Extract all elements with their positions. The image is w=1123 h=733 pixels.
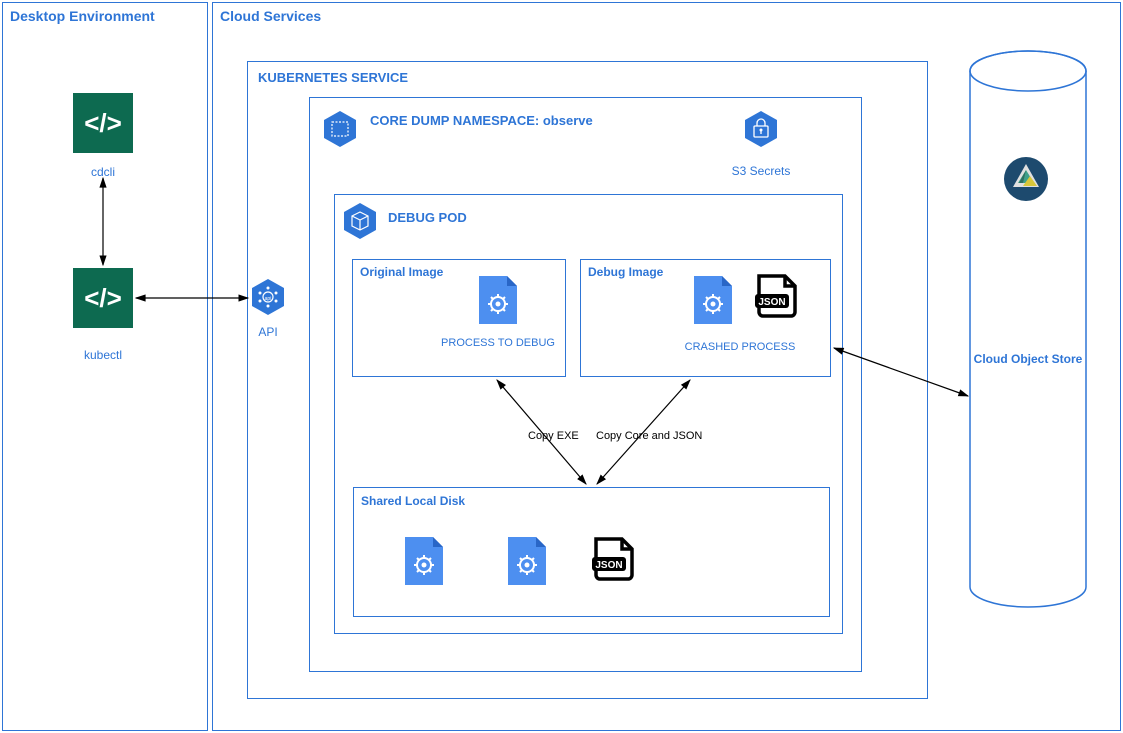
kubernetes-title: KUBERNETES SERVICE — [258, 70, 408, 85]
namespace-title: CORE DUMP NAMESPACE: observe — [370, 113, 593, 128]
shared-file-icon-2 — [508, 537, 546, 585]
desktop-title: Desktop Environment — [10, 8, 155, 24]
object-store-cylinder — [968, 49, 1088, 609]
crashed-process-json-icon: JSON — [753, 272, 801, 320]
crashed-process-label: CRASHED PROCESS — [660, 341, 820, 353]
svg-text:JSON: JSON — [595, 560, 622, 571]
namespace-icon — [323, 110, 357, 148]
copy-core-label: Copy Core and JSON — [596, 430, 702, 442]
svg-text:JSON: JSON — [758, 297, 785, 308]
kubectl-icon: </> — [73, 268, 133, 328]
shared-file-icon-1 — [405, 537, 443, 585]
debug-pod-title: DEBUG POD — [388, 210, 467, 225]
kubectl-label: kubectl — [43, 348, 163, 362]
object-store-logo-icon — [1003, 156, 1049, 202]
pod-icon — [343, 202, 377, 240]
copy-exe-label: Copy EXE — [528, 430, 579, 442]
original-image-title: Original Image — [360, 265, 443, 279]
secrets-icon — [744, 110, 778, 148]
cloud-title: Cloud Services — [220, 8, 321, 24]
secrets-label: S3 Secrets — [701, 164, 821, 178]
shared-json-icon: JSON — [590, 535, 638, 583]
debug-image-title: Debug Image — [588, 265, 663, 279]
process-to-debug-label: PROCESS TO DEBUG — [438, 336, 558, 350]
process-to-debug-file-icon — [479, 276, 517, 324]
cdcli-icon: </> — [73, 93, 133, 153]
object-store-label: Cloud Object Store — [966, 352, 1090, 366]
crashed-process-file-icon — [694, 276, 732, 324]
cdcli-label: cdcli — [43, 165, 163, 179]
shared-disk-title: Shared Local Disk — [361, 494, 465, 508]
